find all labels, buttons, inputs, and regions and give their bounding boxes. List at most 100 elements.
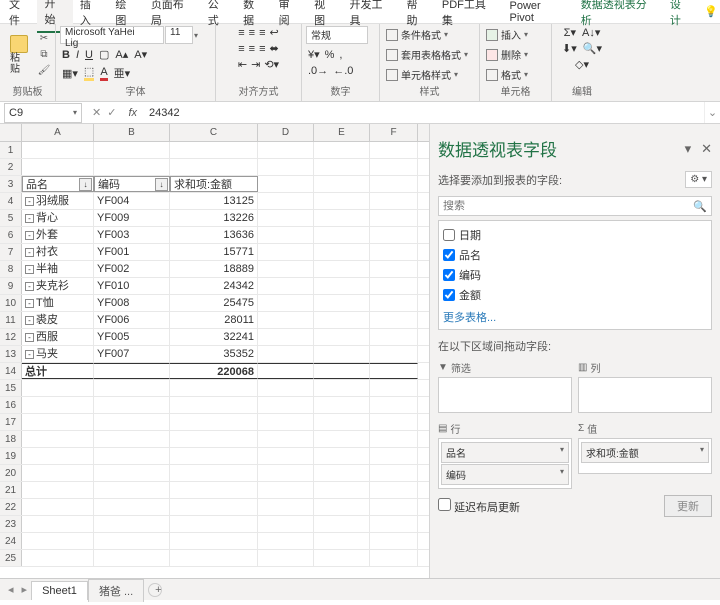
collapse-icon[interactable]: - [25, 214, 34, 223]
find-button[interactable]: 🔍▾ [583, 42, 602, 55]
fill-button[interactable]: ⬇▾ [562, 42, 577, 55]
cell[interactable] [370, 533, 418, 549]
row-header[interactable]: 17 [0, 414, 22, 430]
cell[interactable] [314, 346, 370, 362]
cell[interactable] [314, 380, 370, 396]
cell[interactable] [314, 482, 370, 498]
cell[interactable] [314, 329, 370, 345]
cell[interactable] [314, 363, 370, 379]
cell[interactable] [22, 448, 94, 464]
cell[interactable] [258, 278, 314, 294]
cell[interactable] [170, 465, 258, 481]
align-right[interactable]: ≡ [259, 43, 265, 55]
cell[interactable]: -西服 [22, 329, 94, 345]
cell[interactable] [314, 210, 370, 226]
cell[interactable] [258, 261, 314, 277]
cell[interactable] [370, 499, 418, 515]
field-item[interactable]: 品名 [443, 245, 707, 265]
cell[interactable]: YF003 [94, 227, 170, 243]
row-header[interactable]: 13 [0, 346, 22, 362]
collapse-icon[interactable]: - [25, 333, 34, 342]
cell[interactable] [258, 363, 314, 379]
cell[interactable] [370, 414, 418, 430]
cell[interactable] [22, 414, 94, 430]
row-header[interactable]: 11 [0, 312, 22, 328]
cell[interactable] [314, 550, 370, 566]
format-painter-icon[interactable]: 🖌 [36, 64, 52, 78]
cell[interactable] [258, 550, 314, 566]
cell[interactable] [258, 227, 314, 243]
cell[interactable] [258, 482, 314, 498]
filter-area[interactable] [438, 377, 572, 413]
row-header[interactable]: 22 [0, 499, 22, 515]
row-header[interactable]: 25 [0, 550, 22, 566]
cut-icon[interactable]: ✂ [36, 32, 52, 46]
field-checkbox[interactable] [443, 249, 455, 261]
area-item[interactable]: 求和项:金额▾ [581, 442, 709, 463]
cell[interactable] [170, 159, 258, 175]
indent-dec[interactable]: ⇤ [238, 58, 247, 71]
row-header[interactable]: 4 [0, 193, 22, 209]
name-box[interactable]: C9▾ [4, 103, 82, 123]
field-search-input[interactable] [443, 200, 693, 212]
cell[interactable] [94, 465, 170, 481]
cell[interactable] [170, 533, 258, 549]
pane-close-icon[interactable]: ✕ [701, 141, 712, 157]
collapse-icon[interactable]: - [25, 350, 34, 359]
inc-decimal[interactable]: .0→ [308, 65, 328, 77]
number-format-select[interactable]: 常规 [306, 26, 368, 44]
cell[interactable]: 13125 [170, 193, 258, 209]
row-header[interactable]: 6 [0, 227, 22, 243]
cell[interactable]: YF002 [94, 261, 170, 277]
pane-minimize-icon[interactable]: ▾ [685, 141, 692, 157]
expand-formula-bar[interactable]: ⌄ [704, 102, 720, 123]
comma-button[interactable]: , [339, 49, 342, 61]
cell[interactable]: YF010 [94, 278, 170, 294]
cell[interactable] [314, 516, 370, 532]
update-button[interactable]: 更新 [664, 495, 712, 517]
cell[interactable] [22, 482, 94, 498]
cell[interactable] [94, 414, 170, 430]
cell[interactable] [314, 431, 370, 447]
cell[interactable] [258, 516, 314, 532]
cell[interactable]: 总计 [22, 363, 94, 379]
row-header[interactable]: 8 [0, 261, 22, 277]
col-header-e[interactable]: E [314, 124, 370, 141]
align-bot[interactable]: ≡ [259, 27, 265, 39]
cell[interactable] [22, 397, 94, 413]
cell[interactable] [258, 244, 314, 260]
dec-decimal[interactable]: ←.0 [333, 65, 353, 77]
collapse-icon[interactable]: - [25, 316, 34, 325]
merge[interactable]: ⬌ [270, 42, 279, 55]
col-header-f[interactable]: F [370, 124, 418, 141]
row-header[interactable]: 14 [0, 363, 22, 379]
cell[interactable]: YF009 [94, 210, 170, 226]
cell[interactable] [370, 312, 418, 328]
spreadsheet-grid[interactable]: 1 2 3 品名↓ 编码↓ 求和项:金额 4 -羽绒服 YF004 13125 … [0, 142, 429, 578]
sheet-nav-prev[interactable]: ◂ [4, 583, 18, 596]
cell[interactable] [370, 380, 418, 396]
cell[interactable] [370, 431, 418, 447]
row-header[interactable]: 15 [0, 380, 22, 396]
col-header-d[interactable]: D [258, 124, 314, 141]
align-left[interactable]: ≡ [238, 43, 244, 55]
format-cells-button[interactable]: 格式▾ [484, 66, 530, 83]
cell[interactable] [22, 550, 94, 566]
collapse-icon[interactable]: - [25, 299, 34, 308]
wrap-text[interactable]: ↩ [270, 26, 279, 39]
collapse-icon[interactable]: - [25, 248, 34, 257]
cell[interactable] [314, 244, 370, 260]
italic-button[interactable]: I [76, 49, 79, 61]
cell[interactable] [22, 431, 94, 447]
cell[interactable] [170, 448, 258, 464]
cell[interactable] [370, 176, 418, 192]
cell[interactable]: -T恤 [22, 295, 94, 311]
cell[interactable]: 25475 [170, 295, 258, 311]
underline-button[interactable]: U [85, 49, 93, 61]
cell[interactable] [258, 176, 314, 192]
delete-cells-button[interactable]: 删除▾ [484, 46, 530, 63]
tell-me-icon[interactable]: 💡 [704, 5, 718, 18]
cell[interactable] [22, 380, 94, 396]
more-tables-link[interactable]: 更多表格... [443, 305, 707, 329]
cell[interactable]: 24342 [170, 278, 258, 294]
